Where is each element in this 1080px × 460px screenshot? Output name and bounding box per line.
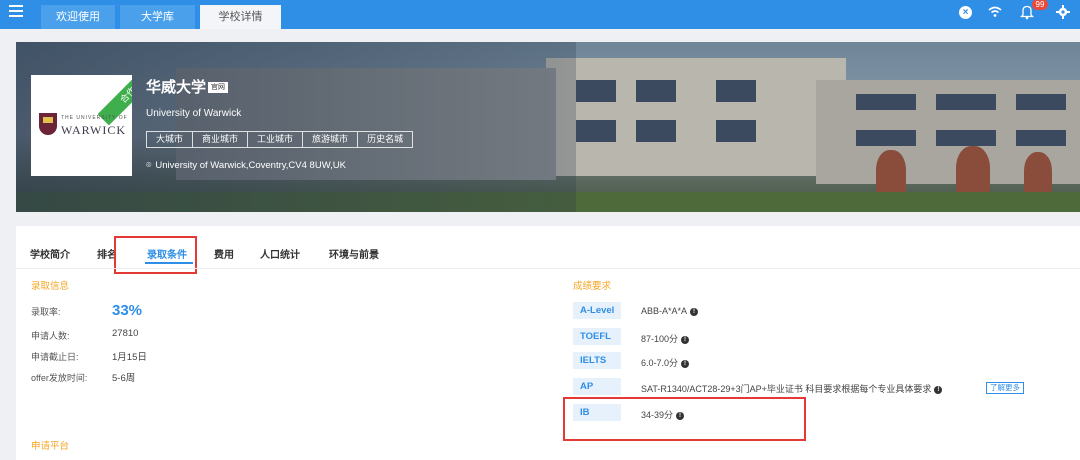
- city-tag: 旅游城市: [303, 132, 359, 147]
- applicants-label: 申请人数:: [31, 331, 70, 341]
- tab-fees[interactable]: 费用: [214, 246, 234, 261]
- close-circle-icon[interactable]: ×: [959, 6, 972, 19]
- score-name-ap: AP: [573, 378, 621, 395]
- tab-school-intro[interactable]: 学校简介: [30, 246, 70, 261]
- offer-time-label: offer发放时间:: [31, 373, 88, 383]
- logo-big-text: WARWICK: [61, 123, 126, 137]
- hamburger-menu-icon[interactable]: [9, 5, 23, 19]
- score-name-ielts: IELTS: [573, 352, 621, 369]
- notification-badge: 99: [1032, 0, 1048, 10]
- university-cn-name: 华威大学: [146, 79, 207, 96]
- campus-banner-image: [16, 42, 1080, 212]
- info-icon[interactable]: !: [934, 385, 943, 394]
- address-text: University of Warwick,Coventry,CV4 8UW,U…: [155, 160, 346, 171]
- gear-icon[interactable]: [1056, 5, 1070, 22]
- tab-welcome[interactable]: 欢迎使用: [41, 5, 115, 29]
- city-tag: 大城市: [147, 132, 194, 147]
- tab-school-detail[interactable]: 学校详情: [200, 5, 281, 29]
- info-icon[interactable]: !: [681, 359, 690, 368]
- score-requirements-title: 成绩要求: [573, 281, 612, 292]
- deadline-value: 1月15日: [112, 352, 147, 363]
- top-bar: 欢迎使用 大学库 学校详情 × 99: [0, 0, 1080, 29]
- tab-environment[interactable]: 环境与前景: [329, 246, 379, 261]
- tab-demographics[interactable]: 人口统计: [260, 246, 300, 261]
- city-tag: 历史名城: [367, 134, 404, 144]
- admission-info-title: 录取信息: [31, 281, 70, 292]
- application-platform-title: 申请平台: [31, 441, 70, 452]
- crest-icon: [39, 113, 57, 135]
- offer-time-value: 5-6周: [112, 373, 136, 384]
- rate-label: 录取率:: [31, 307, 61, 317]
- score-value-text: ABB-A*A*A: [641, 306, 688, 316]
- info-icon[interactable]: !: [681, 335, 690, 344]
- tab-university-library[interactable]: 大学库: [120, 5, 195, 29]
- deadline-label: 申请截止日:: [31, 352, 79, 362]
- admission-rate-value: 33%: [112, 302, 143, 319]
- score-name-alevel: A-Level: [573, 302, 621, 319]
- wifi-icon[interactable]: [988, 6, 1002, 21]
- logo-small-text: THE UNIVERSITY OF: [61, 115, 128, 121]
- learn-more-button[interactable]: 了解更多: [986, 382, 1024, 394]
- score-value-toefl: 87-100分!: [641, 332, 690, 345]
- score-name-toefl: TOEFL: [573, 328, 621, 345]
- score-value-text: 6.0-7.0分: [641, 358, 679, 368]
- location-pin-icon: ⌾: [146, 160, 152, 170]
- city-tag: 工业城市: [248, 132, 304, 147]
- divider: [16, 268, 1080, 269]
- official-site-link[interactable]: 官网: [208, 82, 228, 93]
- score-value-ielts: 6.0-7.0分!: [641, 356, 690, 369]
- university-logo: 合作 THE UNIVERSITY OF WARWICK: [31, 75, 132, 176]
- applicants-value: 27810: [112, 328, 139, 339]
- city-tags: 大城市 商业城市 工业城市 旅游城市 历史名城: [146, 131, 414, 148]
- info-icon[interactable]: !: [690, 307, 699, 316]
- city-tag: 商业城市: [193, 132, 249, 147]
- address: ⌾ University of Warwick,Coventry,CV4 8UW,…: [146, 160, 346, 171]
- score-value-text: 87-100分: [641, 334, 679, 344]
- score-value-text: SAT-R1340/ACT28-29+3门AP+毕业证书 科目要求根据每个专业具…: [641, 384, 932, 394]
- score-value-ap: SAT-R1340/ACT28-29+3门AP+毕业证书 科目要求根据每个专业具…: [641, 382, 943, 395]
- score-value-alevel: ABB-A*A*A!: [641, 306, 699, 316]
- university-en-name: University of Warwick: [146, 108, 242, 119]
- highlight-box-ib-row: [563, 397, 806, 441]
